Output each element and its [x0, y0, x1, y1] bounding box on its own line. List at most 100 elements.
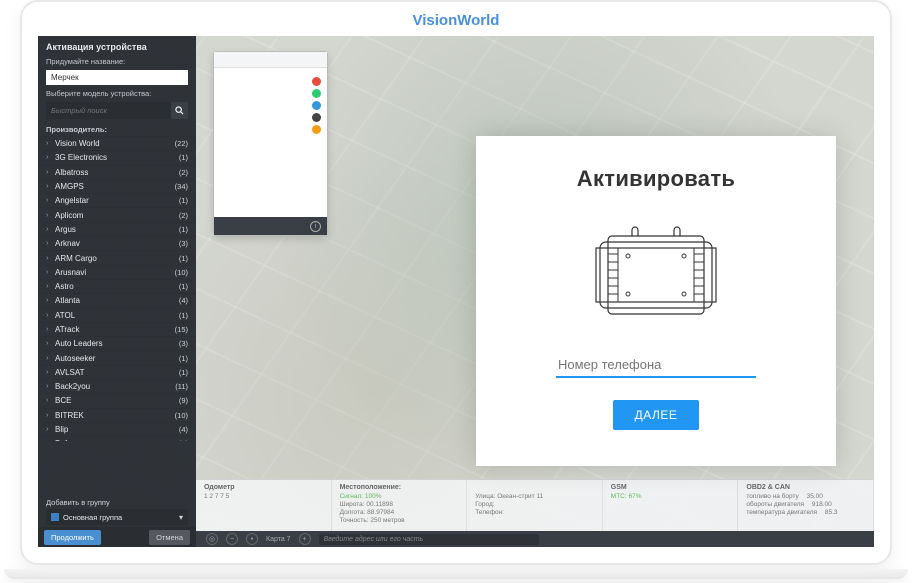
manufacturer-count: (15) [175, 325, 188, 334]
manufacturer-row[interactable]: ›ARM Cargo(1) [38, 250, 196, 264]
phone-number-input[interactable] [556, 353, 756, 378]
manufacturer-name: Blip [52, 425, 179, 434]
manufacturer-name: Back2you [52, 382, 175, 391]
manufacturer-name: Astro [52, 282, 179, 291]
group-section: Добавить в группу Основная группа ▾ [38, 498, 196, 525]
zoom-reset-icon[interactable]: • [246, 533, 258, 545]
manufacturer-row[interactable]: ›Vision World(22) [38, 136, 196, 150]
manufacturer-name: ATrack [52, 325, 175, 334]
phone-value: Телефон: [475, 509, 594, 516]
name-label: Придумайте название: [38, 55, 196, 68]
manufacturer-row[interactable]: ›ATrack(15) [38, 322, 196, 336]
sidebar-footer: Продолжить Отмена [38, 527, 196, 547]
manufacturer-count: (10) [175, 411, 188, 420]
odometer-value: 1 2 7 7 5 [204, 493, 323, 500]
manufacturer-row[interactable]: ›BCE(9) [38, 393, 196, 407]
group-value: Основная группа [63, 513, 179, 522]
manufacturer-name: ATOL [52, 311, 179, 320]
search-icon[interactable] [171, 102, 188, 119]
manufacturer-row[interactable]: ›Arknav(3) [38, 236, 196, 250]
manufacturer-row[interactable]: ›Astro(1) [38, 279, 196, 293]
manufacturer-count: (1) [179, 368, 188, 377]
manufacturer-name: Atlanta [52, 296, 179, 305]
device-name-input[interactable] [46, 70, 188, 85]
activation-modal: Активировать [476, 136, 836, 466]
manufacturer-row[interactable]: ›AMGPS(34) [38, 179, 196, 193]
map-search-input[interactable]: Введите адрес или его часть [319, 534, 539, 545]
continue-button[interactable]: Продолжить [44, 530, 101, 545]
manufacturer-count: (1) [179, 311, 188, 320]
manufacturer-name: Argus [52, 225, 179, 234]
obd-col: OBD2 & CAN топливо на борту 35.00 оборот… [738, 480, 874, 531]
manufacturer-header: Производитель: [38, 121, 196, 136]
manufacturer-count: (10) [175, 268, 188, 277]
status-dot [312, 125, 321, 134]
manufacturer-name: ARM Cargo [52, 254, 179, 263]
lat-value: Широта: 00.11898 [340, 501, 459, 508]
manufacturer-row[interactable]: ›Back2you(11) [38, 379, 196, 393]
manufacturer-count: (34) [175, 182, 188, 191]
manufacturer-row[interactable]: ›Auto Leaders(3) [38, 336, 196, 350]
street-value: Улица: Океан-стрит 11 [475, 493, 594, 500]
info-icon[interactable]: i [310, 221, 321, 232]
city-value: Город: [475, 501, 594, 508]
manufacturer-row[interactable]: ›Argus(1) [38, 222, 196, 236]
manufacturer-name: Albatross [52, 168, 179, 177]
lon-value: Долгота: 88.97984 [340, 509, 459, 516]
manufacturer-name: BITREK [52, 411, 175, 420]
status-dot [312, 89, 321, 98]
manufacturer-name: AMGPS [52, 182, 175, 191]
phone-preview: i [213, 51, 328, 236]
device-illustration [586, 218, 726, 333]
location-col: Местоположение: Сигнал: 100% Широта: 00.… [332, 480, 468, 531]
manufacturer-name: Auto Leaders [52, 339, 179, 348]
odometer-title: Одометр [204, 484, 323, 491]
cancel-button[interactable]: Отмена [149, 530, 190, 545]
manufacturer-row[interactable]: ›Blip(4) [38, 422, 196, 436]
manufacturer-count: (1) [179, 225, 188, 234]
gsm-value: MTC: 67% [611, 493, 730, 500]
manufacturer-list[interactable]: ›Vision World(22)›3G Electronics(1)›Alba… [38, 136, 196, 441]
manufacturer-row[interactable]: ›Atlanta(4) [38, 293, 196, 307]
signal-value: Сигнал: 100% [340, 493, 459, 500]
manufacturer-count: (1) [179, 196, 188, 205]
odometer-col: Одометр 1 2 7 7 5 [196, 480, 332, 531]
accuracy-value: Точность: 250 метров [340, 517, 459, 524]
app-screen: Активация устройства Придумайте название… [38, 36, 874, 547]
map-toolbar: ◎ − • Карта 7 + Введите адрес или его ча… [196, 531, 874, 547]
group-label: Добавить в группу [46, 498, 188, 507]
manufacturer-row[interactable]: ›BITREK(10) [38, 408, 196, 422]
manufacturer-row[interactable]: ›Bofan(2) [38, 436, 196, 441]
manufacturer-count: (1) [179, 254, 188, 263]
manufacturer-count: (1) [179, 282, 188, 291]
manufacturer-name: 3G Electronics [52, 153, 179, 162]
manufacturer-row[interactable]: ›3G Electronics(1) [38, 150, 196, 164]
model-label: Выберите модель устройства: [38, 87, 196, 100]
locate-icon[interactable]: ◎ [206, 533, 218, 545]
group-select[interactable]: Основная группа ▾ [46, 509, 188, 525]
next-button[interactable]: ДАЛЕЕ [613, 400, 700, 430]
manufacturer-row[interactable]: ›Aplicom(2) [38, 207, 196, 221]
zoom-out-icon[interactable]: − [226, 533, 238, 545]
manufacturer-count: (3) [179, 239, 188, 248]
model-search-input[interactable] [46, 106, 171, 115]
phone-header [214, 52, 327, 68]
manufacturer-count: (2) [179, 168, 188, 177]
zoom-in-icon[interactable]: + [299, 533, 311, 545]
manufacturer-name: BCE [52, 396, 179, 405]
manufacturer-count: (9) [179, 396, 188, 405]
manufacturer-row[interactable]: ›AVLSAT(1) [38, 365, 196, 379]
rpm-label: обороты двигателя [746, 501, 804, 508]
manufacturer-row[interactable]: ›Autoseeker(1) [38, 350, 196, 364]
manufacturer-row[interactable]: ›Albatross(2) [38, 165, 196, 179]
obd-title: OBD2 & CAN [746, 484, 865, 491]
activation-sidebar: Активация устройства Придумайте название… [38, 36, 196, 547]
sidebar-title: Активация устройства [38, 36, 196, 55]
manufacturer-row[interactable]: ›Arusnavi(10) [38, 265, 196, 279]
manufacturer-count: (1) [179, 354, 188, 363]
manufacturer-row[interactable]: ›Angelstar(1) [38, 193, 196, 207]
manufacturer-row[interactable]: ›ATOL(1) [38, 308, 196, 322]
manufacturer-name: Arusnavi [52, 268, 175, 277]
group-color-swatch [51, 513, 59, 521]
manufacturer-name: Arknav [52, 239, 179, 248]
